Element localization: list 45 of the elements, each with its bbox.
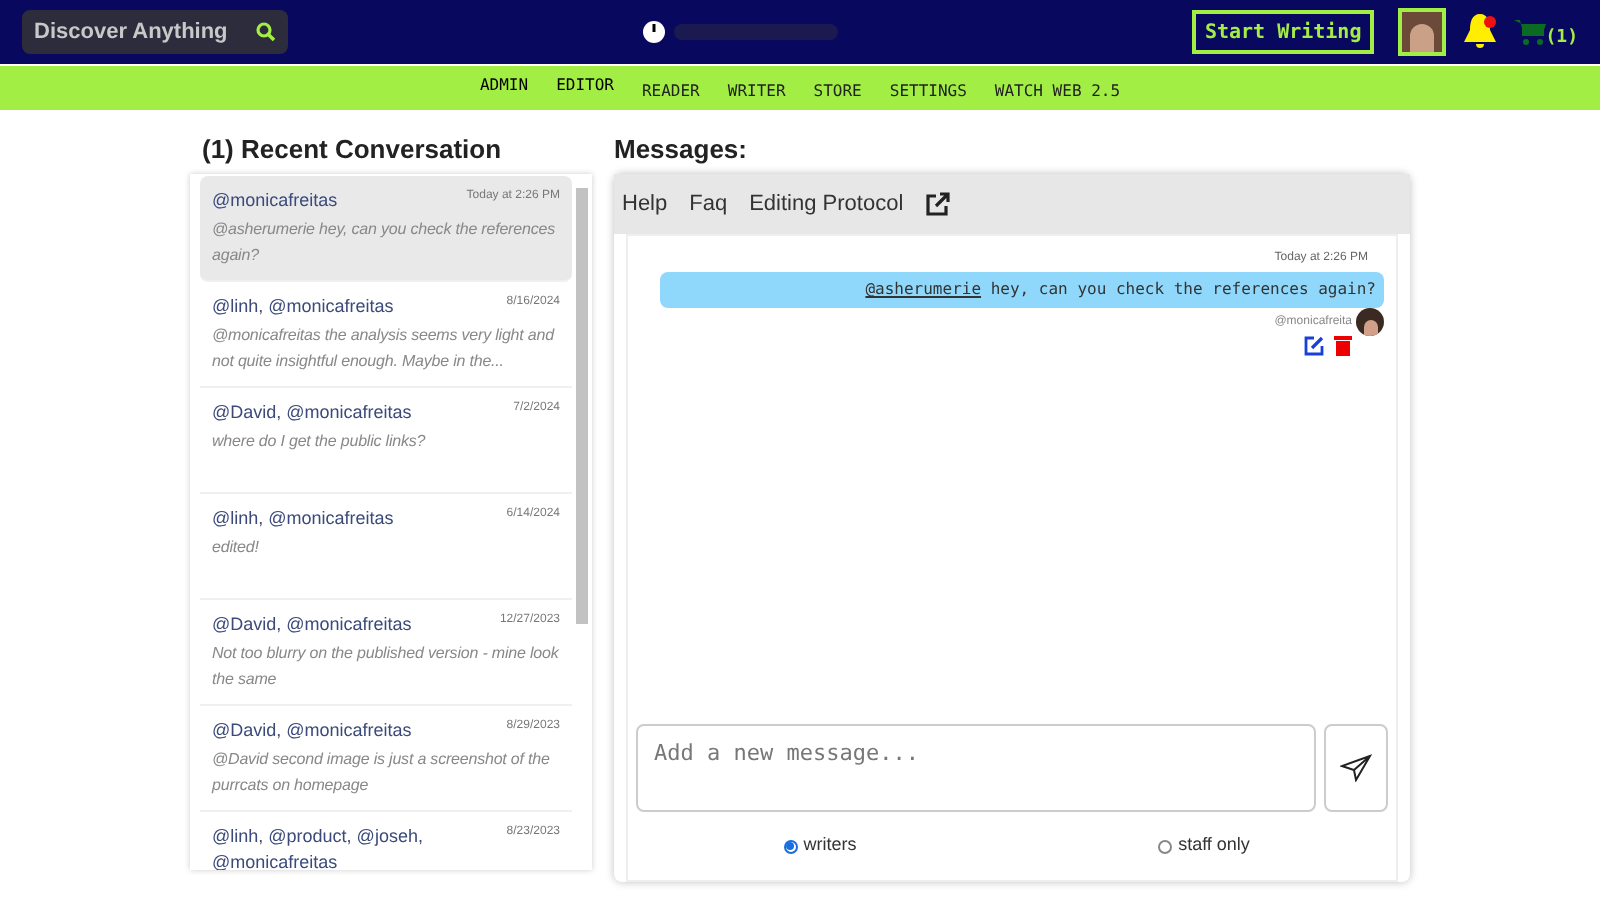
avatar [1356, 308, 1384, 336]
mention-link[interactable]: @asherumerie [865, 280, 982, 298]
participants: @linh, @product, @joseh, @monicafreitas [212, 824, 425, 870]
participants: @David, @monicafreitas [212, 718, 414, 744]
nav-link[interactable]: ADMIN [479, 73, 529, 97]
participants: @David, @monicafreitas [212, 400, 414, 426]
panel-title: Messages: [614, 132, 749, 168]
message-preview: @asherumerie hey, can you check the references again? [212, 218, 557, 268]
cart-icon[interactable] [1513, 18, 1546, 46]
help-link[interactable]: Faq [689, 187, 728, 221]
bell-icon[interactable] [1461, 12, 1498, 52]
message-preview: edited! [212, 536, 261, 560]
nav-link[interactable]: EDITOR [556, 73, 614, 97]
nav-link[interactable]: WRITER [727, 79, 786, 103]
participants: @linh, @monicafreitas [212, 294, 396, 320]
help-link[interactable]: Editing Protocol [749, 187, 904, 221]
participants: @monicafreitas [212, 188, 340, 214]
message-preview: @monicafreitas the analysis seems very light and not quite insightful enough. Maybe in the... [212, 324, 557, 374]
search-input: Discover Anything [34, 15, 254, 49]
send-icon [1340, 754, 1372, 782]
message-bubble: @asherumerie hey, can you check the references again? [660, 272, 1384, 308]
message-preview: @David second image is just a screenshot of the purrcats on homepage [212, 748, 552, 798]
send-button[interactable] [1324, 724, 1388, 812]
panel-title: (1) Recent Conversation [200, 132, 504, 168]
participants: @David, @monicafreitas [212, 612, 414, 638]
nav-link[interactable]: READER [641, 79, 700, 103]
edit-icon[interactable] [1304, 336, 1324, 356]
avatar[interactable] [1397, 8, 1446, 56]
start-writing-button[interactable]: Start Writing [1192, 10, 1374, 54]
message-preview: where do I get the public links? [212, 430, 428, 454]
audience-radio[interactable]: staff only [1012, 832, 1396, 860]
message-field[interactable]: Add a new message... [636, 724, 1316, 812]
audience-radio[interactable]: writers [628, 832, 1012, 860]
message-preview: Not too blurry on the published version - mine look the same [212, 642, 560, 692]
external-link-icon[interactable] [925, 192, 950, 216]
nav-link[interactable]: STORE [813, 79, 862, 103]
search-field[interactable]: Discover Anything [22, 10, 288, 54]
nav-link[interactable]: WATCH WEB 2.5 [994, 79, 1121, 103]
help-link[interactable]: Help [622, 187, 668, 221]
participants: @linh, @monicafreitas [212, 506, 396, 532]
delete-icon[interactable] [1334, 336, 1352, 356]
nav-link[interactable]: SETTINGS [889, 79, 967, 103]
search-icon[interactable] [256, 22, 276, 42]
cart-count: (1) [1545, 26, 1578, 53]
logo-icon [642, 20, 667, 44]
